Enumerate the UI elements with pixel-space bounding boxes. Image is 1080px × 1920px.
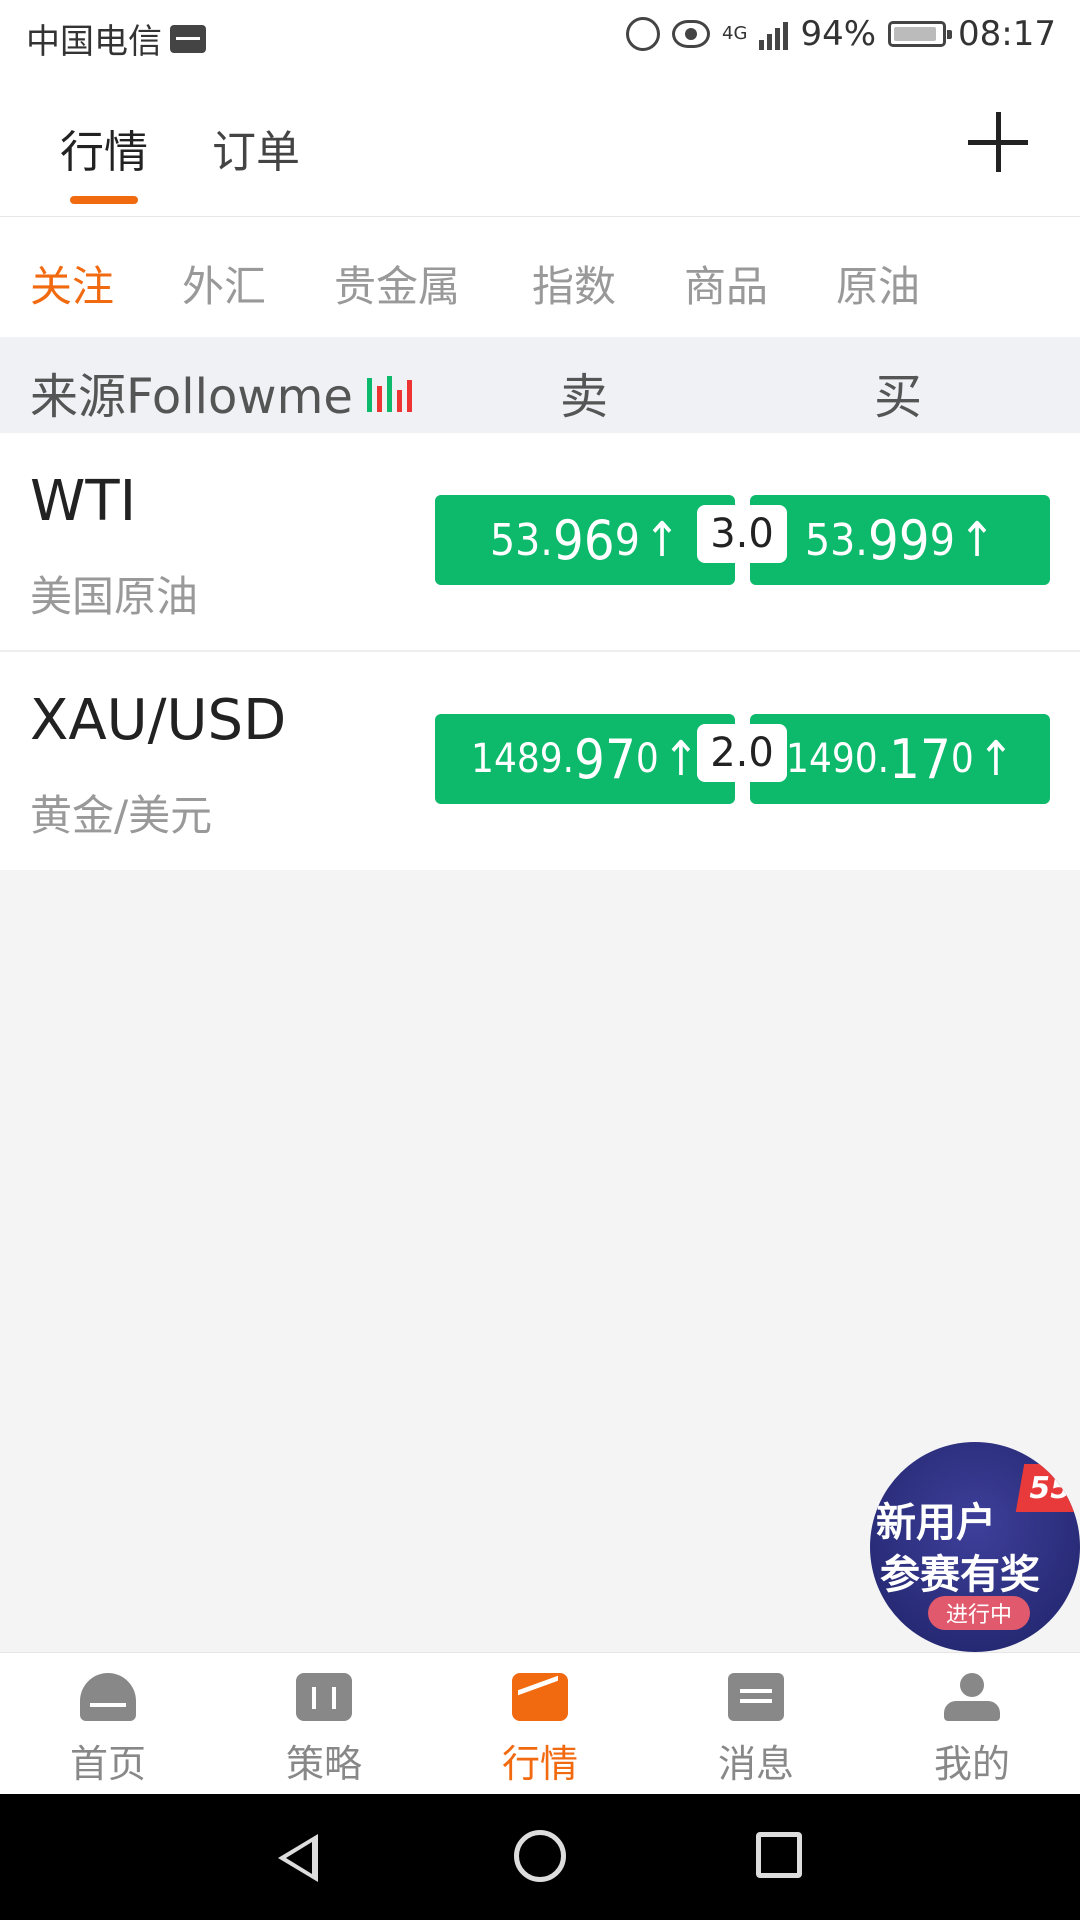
data-source: 来源Followme [30,357,412,427]
sell-price-button[interactable]: 1489. 97 0 ↑ [435,714,735,804]
nav-messages[interactable]: 消息 [648,1653,864,1795]
category-commodities[interactable]: 商品 [684,253,768,314]
nav-profile[interactable]: 我的 [864,1653,1080,1795]
clock: 08:17 [958,14,1056,54]
nav-label: 首页 [69,1742,146,1786]
nav-label: 行情 [501,1742,578,1786]
data-source-label: 来源Followme [30,369,353,425]
activity-icon [170,24,206,53]
spread-badge: 3.0 [697,505,787,563]
quote-table-header: 来源Followme 卖 买 [0,337,1080,433]
category-watchlist[interactable]: 关注 [30,253,114,314]
system-navigation-bar [0,1794,1080,1920]
nav-home[interactable]: 首页 [0,1653,216,1795]
up-arrow-icon: ↑ [958,512,996,568]
category-indices[interactable]: 指数 [532,253,616,314]
price-pips: 97 [574,727,636,791]
price-suffix: 9 [929,514,955,566]
price-prefix: 1490. [786,736,890,782]
battery-icon [888,21,953,47]
up-arrow-icon: ↑ [662,731,699,787]
quote-name: 黄金/美元 [30,791,213,840]
quote-name: 美国原油 [30,572,199,621]
nav-market[interactable]: 行情 [432,1653,648,1795]
sell-column-header: 卖 [560,369,609,425]
category-crude-oil[interactable]: 原油 [836,253,920,314]
strategy-icon [296,1673,352,1721]
price-suffix: 0 [950,736,974,782]
category-tab-bar: 关注 外汇 贵金属 指数 商品 原油 [0,217,1080,337]
price-prefix: 53. [804,514,868,566]
home-circle-icon[interactable] [514,1830,566,1882]
price-pips: 96 [552,508,615,572]
alarm-icon [626,17,661,51]
tab-orders[interactable]: 订单 [212,116,300,180]
price-prefix: 53. [489,514,553,566]
quote-row-xauusd[interactable]: XAU/USD 黄金/美元 1489. 97 0 ↑ 1490. 17 0 ↑ 2.0 [0,652,1080,870]
new-user-promo-badge[interactable]: 新用户 参赛有奖 55 进行中 [870,1442,1080,1652]
tab-market[interactable]: 行情 [60,116,148,180]
quote-row-wti[interactable]: WTI 美国原油 53. 96 9 ↑ 53. 99 9 ↑ 3.0 [0,433,1080,651]
active-tab-indicator [70,196,138,204]
battery-percent: 94% [800,14,877,54]
nav-strategy[interactable]: 策略 [216,1653,432,1795]
spread-badge: 2.0 [697,724,787,782]
up-arrow-icon: ↑ [643,512,681,568]
quote-symbol: XAU/USD [30,688,287,753]
carrier-info: 中国电信 [26,14,206,63]
market-chart-icon [512,1673,568,1721]
candlestick-bars-icon [366,372,412,412]
signal-icon [759,18,789,50]
buy-column-header: 买 [874,369,923,425]
price-suffix: 0 [635,736,659,782]
price-suffix: 9 [614,514,640,566]
promo-number-badge: 55 [1015,1464,1080,1512]
quote-symbol: WTI [30,469,137,534]
category-forex[interactable]: 外汇 [182,253,266,314]
up-arrow-icon: ↑ [977,731,1014,787]
top-tab-bar: 行情 订单 [0,76,1080,217]
status-indicators: 4G 94% 08:17 [626,14,1056,54]
nav-label: 我的 [933,1742,1010,1786]
back-icon[interactable] [278,1834,318,1882]
price-pips: 17 [889,727,951,791]
price-prefix: 1489. [471,736,575,782]
network-type: 4G [722,23,748,44]
home-icon [80,1673,136,1721]
message-icon [728,1673,784,1721]
eye-comfort-icon [672,20,711,48]
buy-price-button[interactable]: 53. 99 9 ↑ [750,495,1050,585]
recent-apps-icon[interactable] [756,1832,802,1878]
add-icon[interactable] [968,112,1028,172]
status-bar: 中国电信 4G 94% 08:17 [0,0,1080,76]
promo-title: 新用户 [876,1500,996,1546]
category-precious-metals[interactable]: 贵金属 [334,253,460,314]
promo-status: 进行中 [928,1596,1030,1630]
profile-icon [944,1673,1000,1721]
nav-label: 消息 [717,1742,794,1786]
price-pips: 99 [867,508,930,572]
promo-subtitle: 参赛有奖 [880,1552,1040,1598]
nav-label: 策略 [285,1742,362,1786]
buy-price-button[interactable]: 1490. 17 0 ↑ [750,714,1050,804]
carrier-name: 中国电信 [26,22,162,62]
bottom-navigation: 首页 策略 行情 消息 我的 [0,1652,1080,1795]
sell-price-button[interactable]: 53. 96 9 ↑ [435,495,735,585]
